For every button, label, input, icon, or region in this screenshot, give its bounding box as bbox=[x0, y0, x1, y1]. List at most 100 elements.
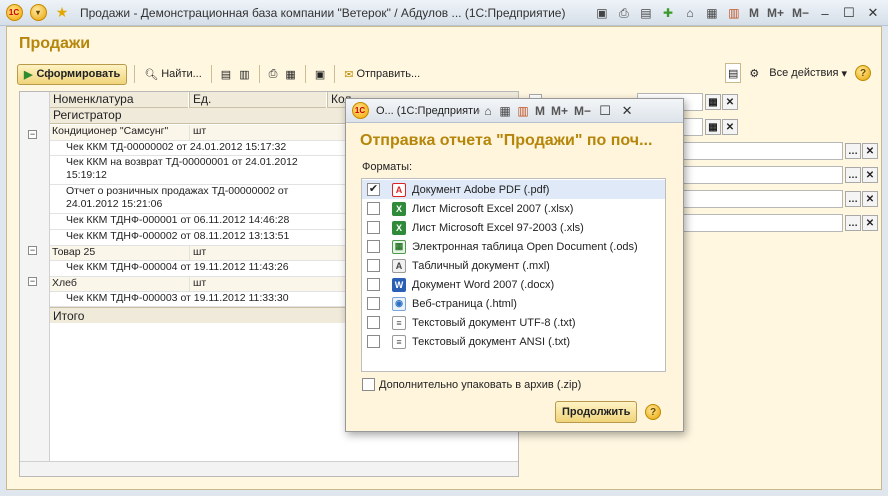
filter-field[interactable] bbox=[679, 166, 843, 184]
find-button[interactable]: 🔍︎ Найти... bbox=[142, 64, 204, 84]
row-name: Товар 25 bbox=[52, 246, 96, 258]
maximize-button[interactable]: ☐ bbox=[594, 101, 616, 121]
html-icon: ◉ bbox=[392, 296, 406, 311]
close-button[interactable]: ✕ bbox=[616, 101, 638, 121]
archive-option[interactable]: Дополнительно упаковать в архив (.zip) bbox=[362, 378, 581, 391]
list-item[interactable]: X Лист Microsoft Excel 2007 (.xlsx) bbox=[362, 199, 665, 218]
clear-icon[interactable]: ✕ bbox=[862, 215, 878, 231]
format-label: Документ Adobe PDF (.pdf) bbox=[412, 183, 550, 196]
memory-mminus-button[interactable]: M− bbox=[789, 6, 812, 20]
app-logo[interactable]: 1С bbox=[4, 3, 24, 23]
format-checkbox[interactable] bbox=[367, 240, 380, 253]
archive-label: Дополнительно упаковать в архив (.zip) bbox=[379, 378, 582, 391]
filter-field[interactable] bbox=[679, 214, 843, 232]
add-favorite-icon[interactable]: ✚ bbox=[658, 3, 678, 23]
format-checkbox[interactable] bbox=[367, 221, 380, 234]
find-button-label: Найти... bbox=[161, 68, 202, 80]
calendar-icon[interactable]: ▥ bbox=[514, 101, 532, 121]
format-checkbox[interactable]: ✔ bbox=[367, 183, 380, 196]
list-item[interactable]: A Табличный документ (.mxl) bbox=[362, 256, 665, 275]
all-actions-label: Все действия bbox=[769, 67, 839, 79]
main-menu-button[interactable]: ▾ bbox=[28, 3, 48, 23]
help-icon[interactable]: ? bbox=[855, 65, 871, 81]
toolbar-separator bbox=[134, 65, 136, 83]
format-checkbox[interactable] bbox=[367, 297, 380, 310]
minimize-button[interactable]: – bbox=[814, 3, 836, 23]
filter-field[interactable] bbox=[679, 190, 843, 208]
format-label: Лист Microsoft Excel 97-2003 (.xls) bbox=[412, 221, 584, 234]
help-icon[interactable]: ? bbox=[645, 404, 661, 420]
expand-groups-icon[interactable]: ▤ bbox=[219, 64, 233, 84]
send-button[interactable]: ✉ Отправить... bbox=[342, 64, 422, 84]
collapse-icon[interactable]: − bbox=[28, 277, 37, 286]
calendar-icon[interactable]: ▦ bbox=[705, 94, 721, 110]
clear-icon[interactable]: ✕ bbox=[862, 191, 878, 207]
collapse-groups-icon[interactable]: ▥ bbox=[237, 64, 251, 84]
print-icon[interactable]: ⎙ bbox=[267, 64, 280, 84]
app-logo: 1С bbox=[350, 101, 370, 121]
toolbar-separator bbox=[334, 65, 336, 83]
save-icon[interactable]: ▣ bbox=[592, 3, 612, 23]
memory-m-button[interactable]: M bbox=[746, 6, 762, 20]
calendar-icon[interactable]: ▥ bbox=[724, 3, 744, 23]
archive-checkbox[interactable] bbox=[362, 378, 375, 391]
settings-panel-icon[interactable]: ▤ bbox=[725, 63, 742, 83]
row-name: Чек ККМ ТДНФ-000002 от 08.11.2012 13:13:… bbox=[66, 230, 290, 242]
preview-icon[interactable]: ▤ bbox=[636, 3, 656, 23]
close-button[interactable]: ✕ bbox=[862, 3, 884, 23]
collapse-icon[interactable]: − bbox=[28, 246, 37, 255]
horizontal-scrollbar[interactable] bbox=[20, 461, 518, 476]
memory-m-button[interactable]: M bbox=[532, 104, 548, 118]
list-item[interactable]: ≡ Текстовый документ UTF-8 (.txt) bbox=[362, 313, 665, 332]
favorites-star-icon[interactable]: ★ bbox=[52, 3, 72, 23]
format-label: Веб-страница (.html) bbox=[412, 297, 517, 310]
select-ellipsis-button[interactable]: … bbox=[845, 143, 861, 159]
format-checkbox[interactable] bbox=[367, 259, 380, 272]
select-ellipsis-button[interactable]: … bbox=[845, 167, 861, 183]
select-ellipsis-button[interactable]: … bbox=[845, 191, 861, 207]
list-item[interactable]: X Лист Microsoft Excel 97-2003 (.xls) bbox=[362, 218, 665, 237]
list-item[interactable]: ◉ Веб-страница (.html) bbox=[362, 294, 665, 313]
save-icon[interactable]: ▣ bbox=[313, 64, 327, 84]
gear-icon[interactable]: ⚙ bbox=[747, 63, 761, 83]
format-checkbox[interactable] bbox=[367, 278, 380, 291]
calendar-icon[interactable]: ▦ bbox=[705, 119, 721, 135]
clear-icon[interactable]: ✕ bbox=[862, 167, 878, 183]
select-ellipsis-button[interactable]: … bbox=[845, 215, 861, 231]
maximize-button[interactable]: ☐ bbox=[838, 3, 860, 23]
clear-icon[interactable]: ✕ bbox=[722, 94, 738, 110]
continue-button[interactable]: Продолжить bbox=[555, 401, 638, 423]
all-actions-menu[interactable]: Все действия ▾ bbox=[767, 63, 849, 83]
format-checkbox[interactable] bbox=[367, 335, 380, 348]
history-icon[interactable]: ⌂ bbox=[680, 3, 700, 23]
envelope-icon: ✉ bbox=[344, 68, 354, 81]
calculator-icon[interactable]: ▦ bbox=[496, 101, 514, 121]
list-item[interactable]: ≡ Текстовый документ ANSI (.txt) bbox=[362, 332, 665, 351]
list-item[interactable]: W Документ Word 2007 (.docx) bbox=[362, 275, 665, 294]
calculator-icon[interactable]: ▦ bbox=[702, 3, 722, 23]
generate-button-label: Сформировать bbox=[36, 68, 121, 80]
list-item[interactable]: ▦ Электронная таблица Open Document (.od… bbox=[362, 237, 665, 256]
memory-mplus-button[interactable]: M+ bbox=[764, 6, 787, 20]
form-toolbar: ▶ Сформировать 🔍︎ Найти... ▤ ▥ ⎙ ▦ ▣ ✉ О… bbox=[17, 63, 871, 85]
list-item[interactable]: ✔ A Документ Adobe PDF (.pdf) bbox=[362, 180, 665, 199]
history-icon[interactable]: ⌂ bbox=[480, 101, 496, 121]
ods-icon: ▦ bbox=[392, 239, 406, 254]
collapse-icon[interactable]: − bbox=[28, 130, 37, 139]
generate-button[interactable]: ▶ Сформировать bbox=[17, 63, 128, 85]
formats-list: ✔ A Документ Adobe PDF (.pdf) X Лист Mic… bbox=[361, 178, 666, 372]
memory-mminus-button[interactable]: M− bbox=[571, 104, 594, 118]
print-preview-icon[interactable]: ▦ bbox=[283, 64, 297, 84]
formats-label: Форматы: bbox=[362, 161, 413, 173]
clear-icon[interactable]: ✕ bbox=[722, 119, 738, 135]
print-icon[interactable]: ⎙ bbox=[614, 3, 634, 23]
filter-field[interactable] bbox=[679, 142, 843, 160]
format-label: Документ Word 2007 (.docx) bbox=[412, 278, 555, 291]
format-checkbox[interactable] bbox=[367, 202, 380, 215]
format-checkbox[interactable] bbox=[367, 316, 380, 329]
toolbar-separator bbox=[258, 65, 260, 83]
memory-mplus-button[interactable]: M+ bbox=[548, 104, 571, 118]
clear-icon[interactable]: ✕ bbox=[862, 143, 878, 159]
header-nomenclature: Номенклатура bbox=[50, 92, 188, 108]
toolbar-separator bbox=[210, 65, 212, 83]
